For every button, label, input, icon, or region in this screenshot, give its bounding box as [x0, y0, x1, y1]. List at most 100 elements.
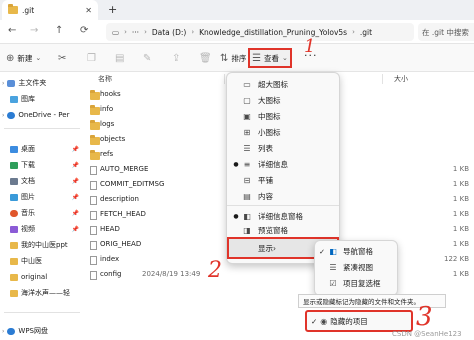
sidebar-item-label: OneDrive - Per [18, 111, 70, 119]
file-name: description [100, 195, 139, 203]
menu-item-medium-icons[interactable]: ▣ 中图标 [231, 109, 337, 123]
share-icon[interactable]: ⇪ [172, 44, 180, 72]
menu-item-details-pane[interactable]: ● ◧ 详细信息窗格 [231, 209, 337, 223]
cloud-drive-icon [7, 327, 16, 335]
documents-icon [10, 177, 18, 185]
sidebar-item-documents[interactable]: 文档 📌 [2, 174, 82, 188]
folder-icon [10, 273, 18, 281]
view-button[interactable]: ☰ 查看 ⌄ [248, 48, 292, 68]
folder-icon [10, 241, 18, 249]
submenu-item-hidden-items[interactable]: ✓ ◉ 隐藏的项目 [305, 310, 413, 332]
menu-item-extra-large-icons[interactable]: ▭ 超大图标 [231, 77, 337, 91]
large-icons-icon: ▢ [243, 95, 251, 105]
sidebar-item-home[interactable]: › 主文件夹 [2, 76, 82, 90]
sidebar-item-videos[interactable]: 视频 📌 [2, 222, 82, 236]
close-icon[interactable]: ✕ [85, 6, 92, 15]
sidebar-item-label: 桌面 [21, 145, 35, 153]
column-divider[interactable] [382, 74, 383, 84]
sidebar-item-label: original [21, 273, 48, 281]
menu-item-small-icons[interactable]: ⊞ 小图标 [231, 125, 337, 139]
new-tab-button[interactable]: + [108, 3, 117, 16]
breadcrumb-git[interactable]: .git [360, 28, 372, 37]
sidebar-item-gallery[interactable]: 图库 [2, 92, 82, 106]
file-icon [90, 211, 97, 220]
menu-item-label: 大图标 [258, 95, 281, 105]
submenu-item-label: 导航窗格 [343, 247, 373, 256]
plus-circle-icon: ⊕ [6, 52, 15, 64]
menu-item-label: 平铺 [258, 175, 273, 185]
sidebar-item-original[interactable]: original [2, 270, 82, 284]
sidebar-item-onedrive[interactable]: › OneDrive - Per [2, 108, 82, 122]
submenu-item-compact-view[interactable]: ☰ 紧凑视图 [317, 260, 397, 275]
sidebar-item-label: 主文件夹 [18, 79, 47, 87]
sidebar-item-ocean[interactable]: 海洋水声——轻 [2, 286, 82, 300]
details-icon: ≡ [243, 159, 251, 169]
cut-icon[interactable]: ✂ [58, 44, 66, 72]
file-icon [90, 226, 97, 235]
breadcrumb-separator: › [144, 28, 147, 36]
sidebar-item-label: 中山医 [21, 257, 42, 265]
menu-item-tiles[interactable]: ⊟ 平铺 [231, 173, 337, 187]
search-input[interactable]: 在 .git 中搜索 [418, 23, 474, 41]
sidebar-item-pictures[interactable]: 图片 📌 [2, 190, 82, 204]
nav-pane-icon: ◧ [329, 247, 337, 256]
sidebar-item-label: 音乐 [21, 209, 35, 217]
compact-view-icon: ☰ [329, 263, 337, 272]
file-icon [90, 166, 97, 175]
tab-git[interactable]: .git ✕ [2, 0, 98, 20]
menu-item-label: 显示 [258, 243, 273, 253]
file-name: refs [100, 150, 114, 158]
submenu-item-item-checkboxes[interactable]: ☑ 项目复选框 [317, 276, 397, 291]
eye-icon: ◉ [320, 316, 328, 326]
breadcrumb-more[interactable]: ··· [132, 28, 139, 37]
annotation-two: 2 [208, 258, 222, 283]
forward-icon[interactable]: → [30, 25, 38, 36]
column-header-size[interactable]: 大小 [394, 72, 408, 86]
new-button[interactable]: ⊕ 新建 ⌄ [6, 44, 41, 72]
file-icon [90, 271, 97, 280]
breadcrumb-drive[interactable]: Data (D:) [152, 28, 186, 37]
submenu-item-navigation-pane[interactable]: ✓ ◧ 导航窗格 [317, 244, 397, 259]
submenu-item-label: 项目复选框 [343, 279, 381, 288]
sidebar-item-zsy[interactable]: 中山医 [2, 254, 82, 268]
menu-item-content[interactable]: ▤ 内容 [231, 189, 337, 203]
pin-icon: 📌 [71, 225, 79, 233]
menu-item-large-icons[interactable]: ▢ 大图标 [231, 93, 337, 107]
sidebar-item-downloads[interactable]: 下载 📌 [2, 158, 82, 172]
address-bar[interactable]: ▭ › ··· › Data (D:) › Knowledge_distilla… [106, 23, 414, 41]
sidebar-item-label: 我的中山医ppt [21, 241, 68, 249]
sidebar-item-music[interactable]: 音乐 📌 [2, 206, 82, 220]
column-divider[interactable] [224, 74, 225, 84]
new-label: 新建 [17, 53, 33, 63]
menu-item-label: 小图标 [258, 127, 281, 137]
sidebar-item-wps[interactable]: › WPS网盘 [2, 324, 82, 338]
sidebar-item-ppt[interactable]: 我的中山医ppt [2, 238, 82, 252]
delete-icon[interactable]: 🗑 [199, 44, 212, 72]
menu-item-preview-pane[interactable]: ◨ 预览窗格 [231, 223, 337, 237]
rename-icon[interactable]: ✎ [143, 44, 151, 72]
sidebar-item-desktop[interactable]: 桌面 📌 [2, 142, 82, 156]
chevron-right-icon: › [2, 327, 5, 335]
view-icon: ☰ [252, 52, 262, 64]
navigation-pane: › 主文件夹 图库 › OneDrive - Per 桌面 📌 下载 📌 文档 … [0, 72, 84, 340]
file-size: 122 KB [444, 255, 469, 263]
folder-icon [10, 289, 18, 297]
paste-icon[interactable]: ▤ [115, 44, 124, 72]
details-pane-icon: ◧ [243, 211, 251, 221]
table-row[interactable]: config 2024/8/19 13:49 文件 1 KB [84, 268, 474, 283]
file-icon [90, 241, 97, 250]
copy-icon[interactable]: ❐ [87, 44, 96, 72]
back-icon[interactable]: ← [8, 25, 16, 36]
breadcrumb-project[interactable]: Knowledge_distillation_Pruning_Yolov5s [199, 28, 347, 37]
menu-item-details[interactable]: ● ≡ 详细信息 [231, 157, 337, 171]
up-icon[interactable]: ↑ [55, 25, 63, 36]
menu-item-label: 详细信息窗格 [258, 211, 303, 221]
view-label: 查看 [264, 53, 280, 63]
column-header-name[interactable]: 名称 [98, 72, 112, 86]
menu-item-list[interactable]: ☰ 列表 [231, 141, 337, 155]
refresh-icon[interactable]: ⟳ [80, 25, 88, 36]
sidebar-item-label: WPS网盘 [18, 327, 48, 335]
column-header-label: 大小 [394, 75, 408, 83]
chevron-right-icon: › [2, 111, 5, 119]
menu-item-label: 超大图标 [258, 79, 288, 89]
